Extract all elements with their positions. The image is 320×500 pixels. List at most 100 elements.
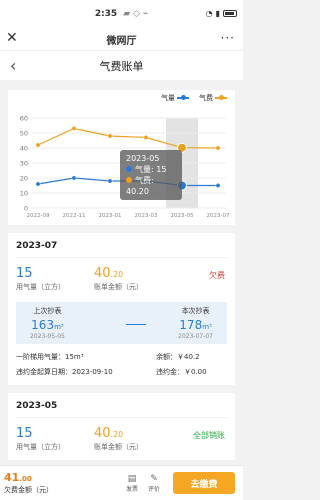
y-tick-label: 20: [20, 175, 28, 183]
app-title: 微网厅: [106, 35, 137, 47]
tooltip-date: 2023-05: [126, 154, 160, 163]
invoice-button[interactable]: ▤ 发票: [126, 474, 138, 493]
usage-label: 用气量（立方）: [16, 443, 65, 451]
back-chevron-icon[interactable]: ‹: [10, 56, 16, 75]
page-header: ‹ 气费账单: [0, 50, 243, 80]
fee-label: 账单金额（元）: [94, 443, 143, 451]
data-point: [215, 145, 221, 151]
detail-balance: 余额：￥40.2: [156, 353, 200, 361]
y-tick-label: 60: [20, 115, 28, 123]
bill-details: 一阶梯用气量：15m³ 余额：￥40.2 违约金起算日期：2023-09-10 …: [16, 344, 227, 377]
last-reading-value: 163m³: [30, 318, 65, 332]
app-top-bar: ✕ 微网厅 ···: [0, 28, 243, 50]
bottom-icons: ▤ 发票 ✎ 评价: [126, 474, 160, 493]
x-tick-label: 2023-05: [171, 213, 194, 219]
detail-tier-usage: 一阶梯用气量：15m³: [16, 353, 84, 361]
pay-button[interactable]: 去缴费: [173, 472, 235, 494]
last-reading-label: 上次抄表: [33, 307, 62, 315]
review-icon: ✎: [150, 473, 158, 484]
tooltip-fee-dot-icon: [126, 177, 132, 183]
data-point: [107, 133, 113, 139]
bill-content[interactable]: 气量 气费 0 10 20 30 40 50 60 2022-09 2022-11 2023-01…: [0, 80, 243, 465]
y-tick-label: 50: [20, 130, 28, 138]
y-tick-label: 40: [20, 145, 28, 153]
data-point: [107, 178, 113, 184]
x-tick-label: 2022-09: [27, 213, 50, 219]
arrears-decimal: .00: [19, 475, 32, 483]
x-tick-label: 2023-03: [135, 213, 158, 219]
detail-penalty: 违约金：￥0.00: [156, 368, 207, 376]
this-reading: 本次抄表 178m³ 2023-07-07: [178, 306, 213, 340]
tooltip-gas: 气量: 15: [135, 165, 167, 174]
usage-chart-card: 气量 气费 0 10 20 30 40 50 60 2022-09 2022-11 2023-01…: [8, 90, 235, 225]
fee-decimal: .20: [110, 270, 124, 279]
status-icons: ▰ ◇ ⌁: [123, 9, 149, 19]
y-tick-label: 10: [20, 190, 28, 198]
this-reading-date: 2023-07-07: [178, 333, 213, 340]
this-reading-label: 本次抄表: [181, 307, 210, 315]
usage-label: 用气量（立方）: [16, 283, 65, 291]
fee-integer: 40: [94, 266, 111, 281]
fee-stat: 40.20 账单金额（元）: [94, 266, 172, 292]
this-reading-unit: m³: [202, 323, 212, 331]
usage-stat: 15 用气量（立方）: [16, 266, 94, 292]
arrears-label: 欠费金额（元）: [4, 486, 53, 494]
wifi-icon: ◔: [205, 9, 213, 18]
x-tick-label: 2022-11: [63, 213, 86, 219]
data-point: [215, 183, 221, 188]
data-point: [35, 181, 41, 187]
data-point: [143, 135, 149, 140]
fee-label: 账单金额（元）: [94, 283, 143, 291]
y-tick-label: 0: [24, 205, 28, 213]
bill-record[interactable]: 2023-05 15 用气量（立方） 40.20 账单金额（元） 全部销账: [8, 393, 235, 460]
fee-integer: 40: [94, 426, 111, 441]
data-point: [71, 126, 77, 131]
status-bar: 2:35 ▰ ◇ ⌁ ◔ ▮: [0, 0, 243, 28]
fee-value: 40.20: [94, 426, 172, 441]
tooltip-fee-row: 气费: 40.20: [126, 175, 176, 197]
arrears-integer: 41: [4, 471, 20, 484]
bill-record[interactable]: 2023-07 15 用气量（立方） 40.20 账单金额（元） 欠费 上次抄表…: [8, 233, 235, 385]
fee-value: 40.20: [94, 266, 172, 281]
usage-stat: 15 用气量（立方）: [16, 426, 94, 452]
y-tick-label: 30: [20, 160, 28, 168]
fee-stat: 40.20 账单金额（元）: [94, 426, 172, 452]
this-reading-number: 178: [179, 318, 203, 332]
bottom-action-bar: 41.00 欠费金额（元） ▤ 发票 ✎ 评价 去缴费: [0, 465, 243, 500]
chart-tooltip: 2023-05 气量: 15 气费: 40.20: [120, 150, 182, 200]
tooltip-gas-dot-icon: [126, 166, 132, 172]
review-button[interactable]: ✎ 评价: [148, 474, 160, 493]
signal-icon: ▮: [215, 9, 220, 18]
last-reading: 上次抄表 163m³ 2023-05-05: [30, 306, 65, 340]
tooltip-gas-row: 气量: 15: [126, 164, 176, 175]
page-title: 气费账单: [99, 59, 144, 73]
record-month: 2023-07: [16, 233, 227, 258]
detail-penalty-date: 违约金起算日期：2023-09-10: [16, 368, 113, 376]
system-indicators: ◔ ▮: [206, 9, 237, 18]
last-reading-unit: m³: [54, 323, 64, 331]
last-reading-number: 163: [31, 318, 55, 332]
status-time: 2:35: [94, 9, 118, 19]
data-point: [71, 175, 77, 181]
last-reading-date: 2023-05-05: [30, 333, 65, 340]
status-badge: 欠费: [209, 271, 225, 280]
this-reading-value: 178m³: [178, 318, 213, 332]
meter-reading-panel: 上次抄表 163m³ 2023-05-05 本次抄表 178m³ 2023-07…: [16, 302, 227, 344]
close-icon[interactable]: ✕: [6, 30, 18, 46]
usage-value: 15: [16, 426, 33, 441]
arrears-amount: 41.00 欠费金额（元）: [4, 471, 64, 495]
x-tick-label: 2023-07: [207, 213, 230, 219]
more-icon[interactable]: ···: [221, 31, 235, 45]
record-stats: 15 用气量（立方） 40.20 账单金额（元） 全部销账: [16, 418, 227, 452]
reading-arrow-icon: [126, 324, 146, 325]
usage-value: 15: [16, 266, 33, 281]
battery-icon: [223, 10, 237, 17]
review-label: 评价: [148, 485, 161, 493]
record-stats: 15 用气量（立方） 40.20 账单金额（元） 欠费: [16, 258, 227, 292]
record-month: 2023-05: [16, 393, 227, 418]
invoice-label: 发票: [126, 485, 139, 493]
arrears-value: 41.00: [4, 471, 64, 484]
x-tick-label: 2023-01: [99, 213, 122, 219]
invoice-icon: ▤: [127, 473, 137, 484]
status-badge: 全部销账: [193, 431, 225, 440]
